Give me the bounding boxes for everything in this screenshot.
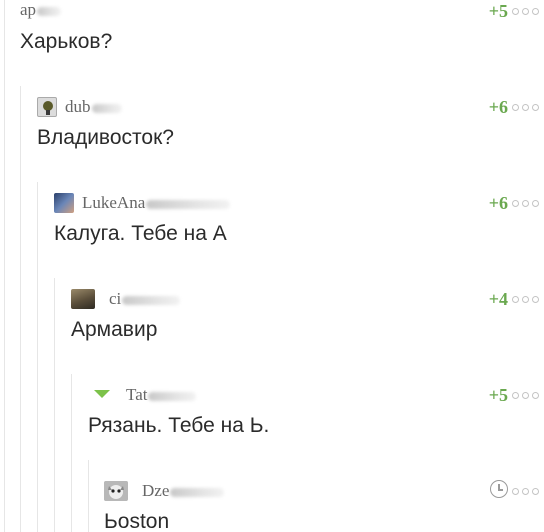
comment-text: Владивосток? (37, 126, 174, 149)
username[interactable]: LukeAna (82, 193, 231, 213)
comment-text: Калуга. Тебе на А (54, 222, 227, 245)
user-photo-avatar[interactable] (71, 289, 95, 309)
comment-text: Ьoston (104, 510, 170, 532)
cat-avatar[interactable] (104, 481, 128, 501)
lightbulb-avatar[interactable] (37, 97, 57, 117)
green-triangle-icon (94, 390, 110, 398)
more-options-icon[interactable] (512, 389, 544, 401)
comment-thread: ap +5 Харьков? dub +6 Владивосток? LukeA… (0, 0, 544, 532)
thread-guide-line (20, 86, 21, 532)
thread-guide-line (88, 460, 89, 532)
cat-photo-icon (104, 481, 128, 501)
username[interactable]: Dze (142, 481, 225, 501)
comment-header: dub +6 (37, 96, 544, 120)
thread-guide-line (37, 182, 38, 532)
lightbulb-icon (43, 101, 53, 115)
comment: Tat +5 Рязань. Тебе на Ь. (88, 384, 544, 437)
username[interactable]: ap (20, 0, 62, 20)
username[interactable]: ci (109, 289, 181, 309)
more-options-icon[interactable] (512, 5, 544, 17)
comment-header: ci +4 (71, 288, 544, 312)
username[interactable]: dub (65, 97, 122, 117)
comment-rating[interactable]: +6 (489, 97, 508, 118)
comment: ci +4 Армавир (71, 288, 544, 341)
user-photo-avatar[interactable] (54, 193, 74, 213)
comment-rating[interactable]: +4 (489, 289, 508, 310)
comment-header: LukeAna +6 (54, 192, 544, 216)
clock-icon[interactable] (490, 480, 508, 498)
more-options-icon[interactable] (512, 101, 544, 113)
thread-guide-line (54, 278, 55, 532)
more-options-icon[interactable] (512, 197, 544, 209)
comment: ap +5 Харьков? (20, 0, 544, 53)
comment-header: Dze (104, 480, 544, 504)
comment-text: Харьков? (20, 30, 113, 53)
thread-guide-line (71, 374, 72, 532)
thread-guide-line (4, 0, 5, 532)
comment: dub +6 Владивосток? (37, 96, 544, 149)
comment: LukeAna +6 Калуга. Тебе на А (54, 192, 544, 245)
comment-header: Tat +5 (88, 384, 544, 408)
comment-rating[interactable]: +6 (489, 193, 508, 214)
comment-rating[interactable]: +5 (489, 385, 508, 406)
comment-text: Армавир (71, 318, 158, 341)
more-options-icon[interactable] (512, 485, 544, 497)
comment-header: ap +5 (20, 0, 544, 24)
more-options-icon[interactable] (512, 293, 544, 305)
comment-rating[interactable]: +5 (489, 1, 508, 22)
comment-text: Рязань. Тебе на Ь. (88, 414, 270, 437)
comment: Dze Ьoston (104, 480, 544, 532)
username[interactable]: Tat (126, 385, 197, 405)
